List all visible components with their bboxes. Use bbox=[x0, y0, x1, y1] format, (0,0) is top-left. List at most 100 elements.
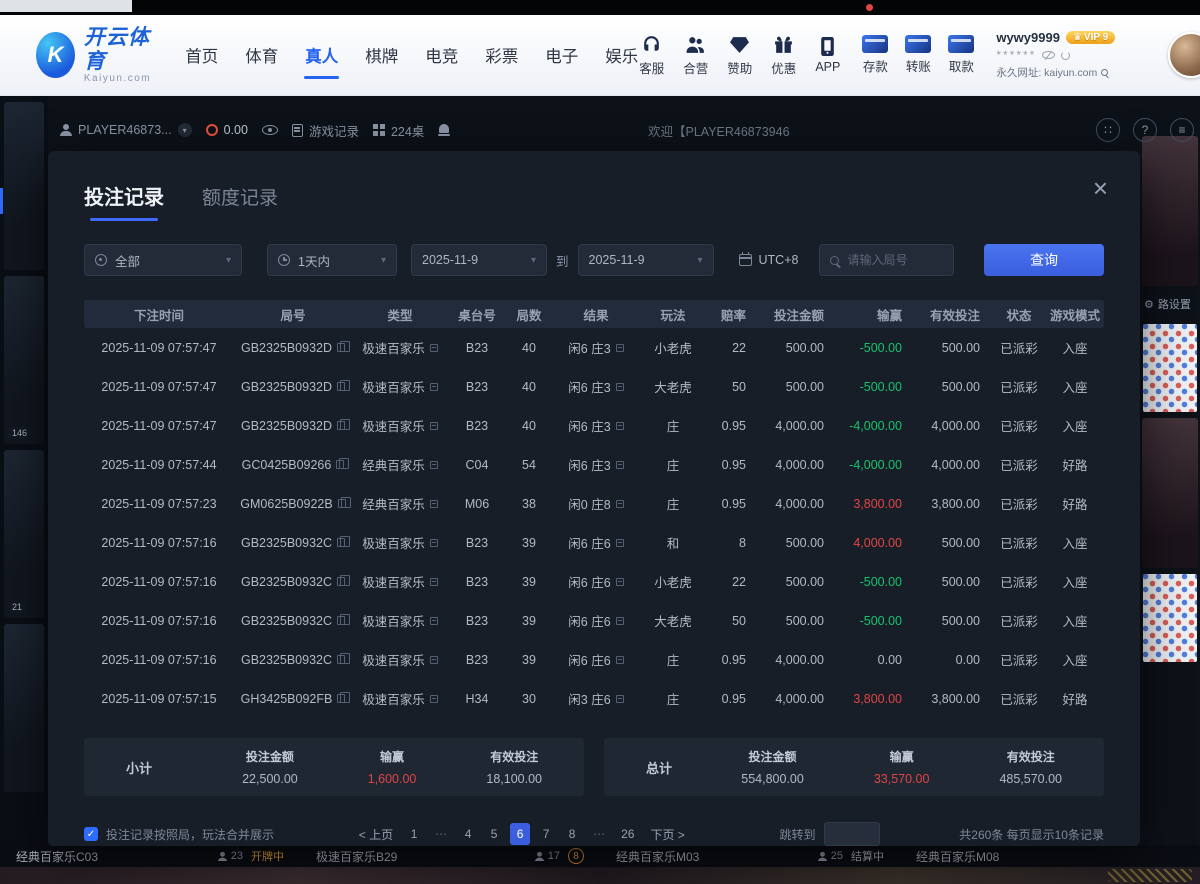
balance-display[interactable]: 0.00 bbox=[206, 123, 248, 137]
table-row: 2025-11-09 07:57:47 GB2325B0932D 极速百家乐 B… bbox=[84, 406, 1104, 445]
eye-icon[interactable] bbox=[262, 125, 278, 135]
table-tab[interactable]: 经典百家乐C03 23 开牌中 bbox=[0, 848, 300, 865]
page-button[interactable]: 4 bbox=[458, 823, 478, 845]
video-thumb[interactable]: 146 bbox=[4, 276, 44, 444]
wallet-action[interactable]: 转账 bbox=[905, 35, 931, 75]
page-button[interactable]: < 上页 bbox=[354, 823, 398, 845]
table-tab[interactable]: 极速百家乐B29 17 8 bbox=[300, 848, 600, 865]
page-button[interactable]: ⋯ bbox=[430, 823, 452, 845]
cell-game-mode: 入座 bbox=[1046, 533, 1104, 552]
app-link[interactable]: APP bbox=[815, 36, 840, 74]
menu-item[interactable]: 棋牌 bbox=[364, 35, 399, 75]
result-detail-icon[interactable] bbox=[616, 461, 624, 469]
menu-item[interactable]: 体育 bbox=[244, 35, 279, 75]
copy-icon[interactable] bbox=[337, 655, 345, 664]
promo-link[interactable]: 优惠 bbox=[771, 34, 796, 77]
result-detail-icon[interactable] bbox=[616, 656, 624, 664]
jump-page-input[interactable] bbox=[824, 822, 880, 846]
video-thumb[interactable] bbox=[4, 102, 44, 270]
date-from-value: 2025-11-9 bbox=[422, 253, 478, 267]
page-button[interactable]: 1 bbox=[404, 823, 424, 845]
road-settings-button[interactable]: ⚙ 路设置 bbox=[1140, 290, 1200, 318]
modal-tab[interactable]: 投注记录 bbox=[84, 181, 164, 210]
date-from-picker[interactable]: 2025-11-9 ▾ bbox=[411, 244, 547, 276]
result-detail-icon[interactable] bbox=[616, 578, 624, 586]
result-detail-icon[interactable] bbox=[616, 695, 624, 703]
copy-icon[interactable] bbox=[337, 694, 345, 703]
query-button[interactable]: 查询 bbox=[984, 244, 1104, 276]
round-search-input[interactable] bbox=[847, 253, 939, 267]
search-icon[interactable] bbox=[1101, 69, 1108, 76]
page-button[interactable]: 26 bbox=[616, 823, 639, 845]
category-icon bbox=[95, 254, 107, 266]
cell-bet-amount: 500.00 bbox=[758, 614, 836, 628]
right-panel-strip: ⚙ 路设置 bbox=[1140, 132, 1200, 845]
result-detail-icon[interactable] bbox=[616, 500, 624, 508]
bell-icon[interactable] bbox=[438, 124, 450, 137]
modal-tab[interactable]: 额度记录 bbox=[202, 183, 278, 210]
menu-icon[interactable]: ≡ bbox=[1170, 118, 1194, 142]
wallet-action-label: 转账 bbox=[906, 56, 931, 75]
menu-item[interactable]: 电竞 bbox=[424, 35, 459, 75]
copy-icon[interactable] bbox=[337, 577, 345, 586]
table-name: 经典百家乐C03 bbox=[16, 848, 98, 865]
player-dropdown[interactable]: PLAYER46873... ▾ bbox=[60, 123, 192, 137]
cell-bet-time: 2025-11-09 07:57:47 bbox=[84, 380, 234, 394]
copy-icon[interactable] bbox=[337, 616, 345, 625]
date-range-select[interactable]: 1天内 ▾ bbox=[267, 244, 397, 276]
close-icon[interactable]: × bbox=[1093, 175, 1108, 201]
menu-item[interactable]: 娱乐 bbox=[604, 35, 639, 75]
page-button[interactable]: ⋯ bbox=[588, 823, 610, 845]
menu-item[interactable]: 电子 bbox=[544, 35, 579, 75]
menu-item[interactable]: 首页 bbox=[184, 35, 219, 75]
copy-icon[interactable] bbox=[337, 382, 345, 391]
eye-off-icon[interactable] bbox=[1042, 51, 1055, 59]
timezone-select[interactable]: UTC+8 bbox=[739, 253, 799, 267]
network-icon[interactable]: ∷ bbox=[1096, 118, 1120, 142]
date-to-picker[interactable]: 2025-11-9 ▾ bbox=[578, 244, 714, 276]
page-button[interactable]: 8 bbox=[562, 823, 582, 845]
result-detail-icon[interactable] bbox=[616, 539, 624, 547]
user-block[interactable]: wywy9999 ♛VIP 9 ****** 永久网址: kaiyun.com bbox=[996, 30, 1146, 80]
support-link[interactable]: 客服 bbox=[639, 34, 664, 77]
copy-icon[interactable] bbox=[337, 343, 345, 352]
table-tab[interactable]: 经典百家乐M03 25 结算中 bbox=[600, 848, 900, 865]
cell-game-mode: 入座 bbox=[1046, 572, 1104, 591]
result-detail-icon[interactable] bbox=[616, 422, 624, 430]
cell-play-type: 庄 bbox=[640, 416, 706, 435]
cell-bet-time: 2025-11-09 07:57:47 bbox=[84, 341, 234, 355]
copy-icon[interactable] bbox=[336, 460, 344, 469]
tables-link[interactable]: 224桌 bbox=[373, 121, 424, 140]
page-button[interactable]: 7 bbox=[536, 823, 556, 845]
merge-checkbox[interactable]: ✓ bbox=[84, 827, 98, 841]
wallet-action-label: 存款 bbox=[863, 56, 888, 75]
wallet-action[interactable]: 存款 bbox=[862, 35, 888, 75]
menu-item[interactable]: 真人 bbox=[304, 35, 339, 75]
result-detail-icon[interactable] bbox=[616, 344, 624, 352]
refresh-icon[interactable] bbox=[1061, 51, 1070, 60]
site-logo[interactable]: K 开云体育 Kaiyun.com bbox=[36, 26, 158, 83]
category-select[interactable]: 全部 ▾ bbox=[84, 244, 242, 276]
wallet-action[interactable]: 取款 bbox=[948, 35, 974, 75]
menu-item[interactable]: 彩票 bbox=[484, 35, 519, 75]
help-icon[interactable]: ? bbox=[1133, 118, 1157, 142]
copy-icon[interactable] bbox=[337, 538, 345, 547]
table-tab[interactable]: 经典百家乐M08 bbox=[900, 848, 1200, 865]
summary-section: 小计 投注金额 22,500.00 输赢 1,600.00 bbox=[84, 738, 1104, 796]
video-thumb[interactable] bbox=[4, 624, 44, 792]
result-detail-icon[interactable] bbox=[616, 383, 624, 391]
avatar[interactable] bbox=[1168, 32, 1200, 78]
page-button[interactable]: 5 bbox=[484, 823, 504, 845]
sponsor-link[interactable]: 赞助 bbox=[727, 34, 752, 77]
game-records-link[interactable]: 游戏记录 bbox=[292, 121, 359, 140]
page-button[interactable]: 6 bbox=[510, 823, 530, 845]
table-status: 结算中 bbox=[851, 848, 884, 864]
copy-icon[interactable] bbox=[338, 499, 346, 508]
page-button[interactable]: 下页 > bbox=[645, 823, 689, 845]
result-detail-icon[interactable] bbox=[616, 617, 624, 625]
partner-link[interactable]: 合营 bbox=[683, 34, 708, 77]
cell-status: 已派彩 bbox=[992, 533, 1046, 552]
video-thumb[interactable]: 21 bbox=[4, 450, 44, 618]
cell-game-mode: 好路 bbox=[1046, 494, 1104, 513]
copy-icon[interactable] bbox=[337, 421, 345, 430]
